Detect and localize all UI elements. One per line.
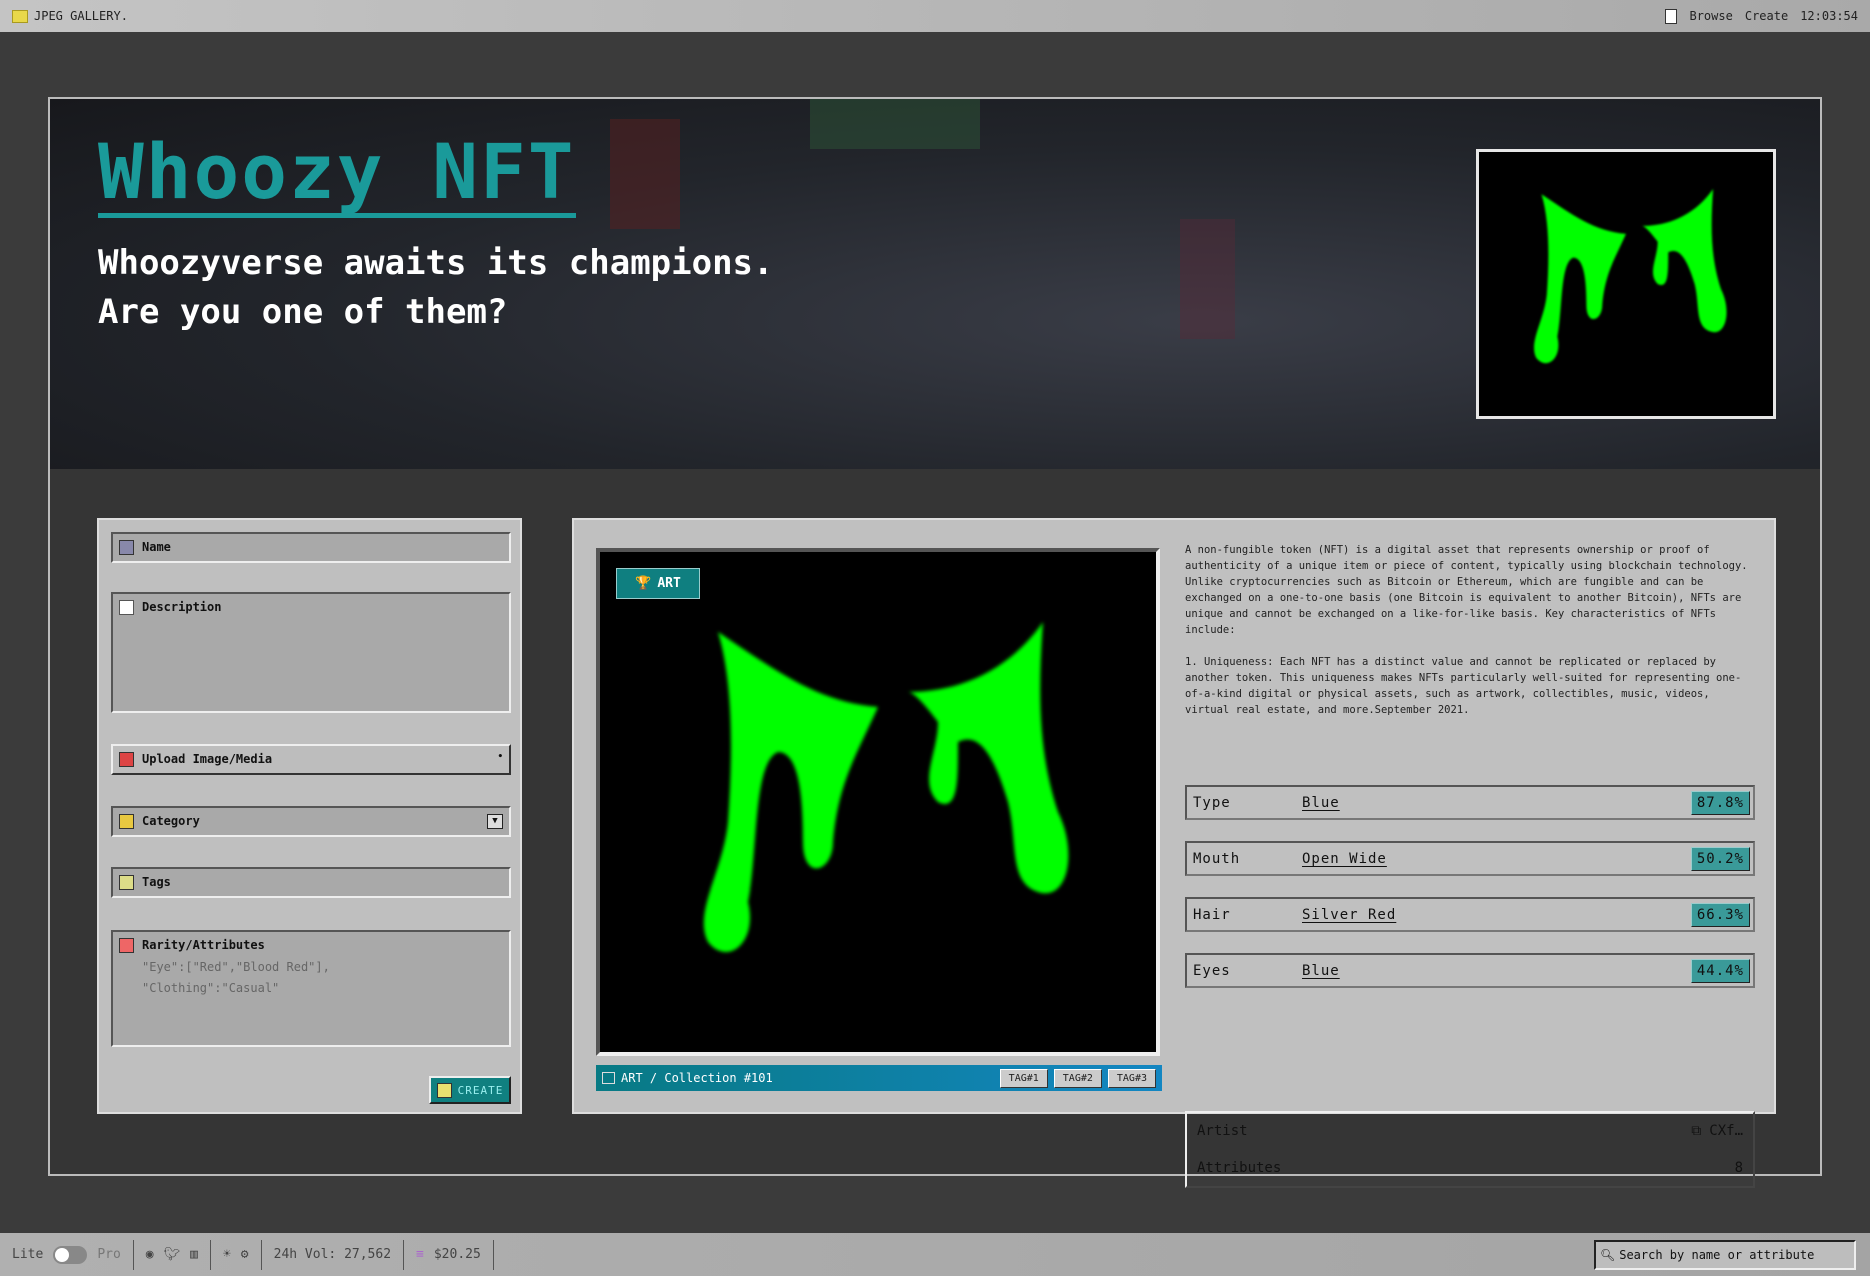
name-field[interactable]: Name [111,532,511,563]
caption-bar: ART / Collection #101 TAG#1 TAG#2 TAG#3 [596,1065,1162,1091]
attribute-value-link[interactable]: Silver Red [1302,907,1396,923]
clock: 12:03:54 [1800,9,1858,23]
attributes-label: Attributes [1197,1160,1282,1176]
collection-caption: ART / Collection #101 [621,1071,773,1085]
attribute-row: Mouth Open Wide 50.2% [1185,841,1755,876]
top-bar: JPEG GALLERY. Browse Create 12:03:54 [0,0,1870,32]
rarity-percent: 66.3% [1690,902,1750,927]
subtitle-line: Whoozyverse awaits its champions. [98,243,774,283]
upload-icon [119,752,134,767]
tag-button[interactable]: TAG#2 [1053,1068,1102,1088]
category-label: Category [142,814,200,828]
rarity-attributes-field[interactable]: Rarity/Attributes "Eye":["Red","Blood Re… [111,930,511,1047]
volume-stat: 24h Vol: 27,562 [262,1239,405,1270]
hero-banner: Whoozy NFT Whoozyverse awaits its champi… [50,99,1820,469]
attribute-row: Type Blue 87.8% [1185,785,1755,820]
lite-label: Lite [12,1247,44,1262]
artist-info: Artist ⧉ CXf… Attributes 8 [1185,1111,1755,1188]
chevron-down-icon[interactable]: ▼ [487,814,503,829]
upload-label: Upload Image/Media [142,752,273,766]
folder-icon [12,9,28,23]
pro-label: Pro [97,1247,121,1262]
rarity-label: Rarity/Attributes [142,938,265,952]
document-icon [1665,8,1678,24]
collection-icon [602,1072,615,1084]
artist-address: CXf… [1709,1123,1743,1139]
copy-icon[interactable]: ⧉ [1691,1123,1701,1139]
attribute-value-link[interactable]: Blue [1302,963,1340,979]
lite-pro-toggle[interactable] [53,1245,88,1264]
upload-media-button[interactable]: Upload Image/Media • [111,744,511,775]
volume-text: 24h Vol: 27,562 [273,1247,392,1262]
rarity-percent: 87.8% [1690,790,1750,815]
rarity-placeholder: "Clothing":"Casual" [142,981,280,995]
search-placeholder: Search by name or attribute [1619,1247,1815,1262]
rarity-icon [119,938,134,953]
mode-toggle-group: Lite Pro [0,1239,134,1270]
name-label: Name [142,540,171,554]
tags-label: Tags [142,875,171,889]
attributes-count: 8 [1734,1160,1743,1176]
brightness-icon[interactable]: ☀ [223,1247,231,1262]
category-icon [119,814,134,829]
description-field[interactable]: Description [111,592,511,713]
create-button[interactable]: CREATE [429,1076,511,1104]
attribute-value-link[interactable]: Open Wide [1302,851,1387,867]
attribute-row: Eyes Blue 44.4% [1185,953,1755,988]
notepad-icon [436,1082,452,1098]
price-text: $20.25 [433,1247,481,1262]
subtitle-line: Are you one of them? [98,292,508,332]
search-icon: 🔍︎ [1600,1247,1616,1262]
docs-icon[interactable]: ▥ [190,1247,198,1262]
rarity-placeholder: "Eye":["Red","Blood Red"], [142,960,330,974]
badge-label: ART [657,576,681,591]
nav-create[interactable]: Create [1745,9,1788,23]
attribute-row: Hair Silver Red 66.3% [1185,897,1755,932]
notepad-icon [119,600,134,615]
search-icon [119,875,134,890]
description-paragraph: A non-fungible token (NFT) is a digital … [1185,544,1748,636]
name-icon [119,540,134,555]
attribute-key: Mouth [1193,850,1241,867]
upload-marker: • [497,752,503,762]
social-links: ◉ 🐦︎ ▥ [134,1239,211,1270]
token-icon: ≡ [416,1247,424,1262]
gear-icon[interactable]: ⚙ [241,1247,249,1262]
create-nft-form: Name Description Upload Image/Media • Cat… [97,518,522,1114]
description-paragraph: 1. Uniqueness: Each NFT has a distinct v… [1185,656,1742,716]
main-window: Whoozy NFT Whoozyverse awaits its champi… [48,97,1822,1188]
bottom-taskbar: Lite Pro ◉ 🐦︎ ▥ ☀ ⚙ 24h Vol: 27,562 ≡ $20… [0,1233,1870,1276]
rarity-percent: 50.2% [1690,846,1750,871]
tags-field[interactable]: Tags [111,867,511,898]
attribute-key: Type [1193,794,1231,811]
discord-icon[interactable]: ◉ [146,1247,154,1262]
app-title: JPEG GALLERY. [34,9,128,23]
nft-preview-panel: 🏆 ART ART / Collection #101 TAG#1 TAG#2 T… [572,518,1776,1188]
nft-thumbnail [1476,149,1776,419]
twitter-icon[interactable]: 🐦︎ [164,1247,181,1262]
page-title: Whoozy NFT [98,127,576,218]
description-label: Description [142,600,222,614]
tag-button[interactable]: TAG#1 [999,1068,1048,1088]
price-stat: ≡ $20.25 [404,1239,494,1270]
category-badge: 🏆 ART [616,568,700,599]
nft-description: A non-fungible token (NFT) is a digital … [1185,542,1755,734]
rarity-percent: 44.4% [1690,958,1750,983]
nft-image: 🏆 ART [596,548,1160,1056]
artist-label: Artist [1197,1123,1248,1139]
settings-group: ☀ ⚙ [211,1239,262,1270]
attribute-key: Hair [1193,906,1231,923]
attribute-value-link[interactable]: Blue [1302,795,1340,811]
nav-browse[interactable]: Browse [1689,9,1732,23]
trophy-icon: 🏆 [635,576,652,591]
search-input[interactable]: 🔍︎ Search by name or attribute [1594,1239,1856,1270]
create-label: CREATE [457,1083,504,1097]
tag-button[interactable]: TAG#3 [1107,1068,1156,1088]
hero-subtitle: Whoozyverse awaits its champions. Are yo… [98,239,774,337]
category-select[interactable]: Category ▼ [111,806,511,837]
attribute-key: Eyes [1193,962,1231,979]
